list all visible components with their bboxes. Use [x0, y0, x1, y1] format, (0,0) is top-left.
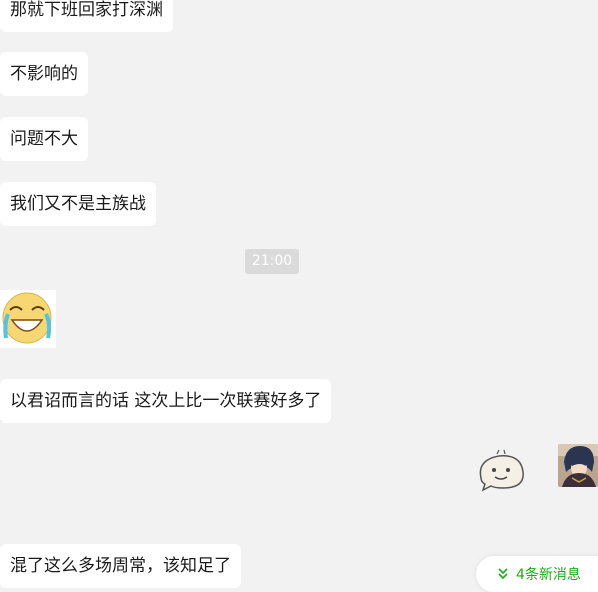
- doodle-face-icon: [479, 449, 524, 492]
- message-text: 以君诏而言的话 这次上比一次联赛好多了: [10, 391, 322, 411]
- message-text: 不影响的: [10, 64, 78, 84]
- message-text: 那就下班回家打深渊: [10, 0, 163, 20]
- message-bubble[interactable]: 那就下班回家打深渊: [0, 0, 173, 32]
- message-bubble[interactable]: 以君诏而言的话 这次上比一次联赛好多了: [0, 379, 332, 423]
- message-text: 我们又不是主族战: [10, 194, 146, 214]
- avatar-image: [558, 444, 598, 487]
- message-bubble[interactable]: 不影响的: [0, 52, 88, 96]
- new-messages-button[interactable]: 4条新消息: [476, 556, 598, 592]
- message-text: 混了这么多场周常，该知足了: [10, 556, 231, 576]
- chat-window: 那就下班回家打深渊 不影响的 问题不大 我们又不是主族战 21:00 以君诏而言…: [0, 0, 598, 592]
- laughing-crying-icon: [0, 290, 56, 348]
- new-messages-label: 4条新消息: [516, 567, 581, 583]
- message-bubble[interactable]: 混了这么多场周常，该知足了: [0, 544, 241, 588]
- laughing-crying-sticker[interactable]: [0, 290, 56, 348]
- message-bubble[interactable]: 问题不大: [0, 117, 88, 161]
- double-chevron-down-icon: [498, 568, 508, 580]
- avatar[interactable]: [558, 444, 598, 487]
- doodle-face-sticker[interactable]: [475, 448, 527, 492]
- timestamp-badge: 21:00: [245, 249, 299, 274]
- message-text: 问题不大: [10, 129, 78, 149]
- message-bubble[interactable]: 我们又不是主族战: [0, 182, 156, 226]
